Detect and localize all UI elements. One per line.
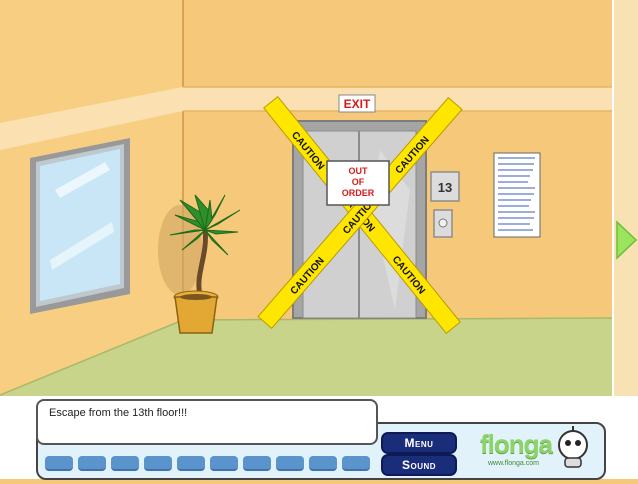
sound-button[interactable]: Sound [381,454,457,476]
wall-notice[interactable] [493,152,541,238]
inventory-slot[interactable] [177,456,205,471]
window[interactable] [30,138,130,314]
message-text: Escape from the 13th floor!!! [49,407,188,419]
floor-number: 13 [438,180,452,195]
menu-button[interactable]: Menu [381,432,457,454]
inventory-slot[interactable] [144,456,172,471]
inventory-slot[interactable] [45,456,73,471]
inventory-slot[interactable] [78,456,106,471]
out-of-order-sign[interactable]: OUT OF ORDER [326,160,390,206]
robot-mascot-icon [558,426,588,468]
exit-sign-text: EXIT [344,97,371,111]
sign-line: ORDER [342,188,375,198]
inventory-slot[interactable] [276,456,304,471]
inventory-slot[interactable] [309,456,337,471]
inventory-slot[interactable] [111,456,139,471]
inventory-slot[interactable] [210,456,238,471]
exit-sign: EXIT [338,94,376,113]
inventory-slot[interactable] [243,456,271,471]
sign-line: OF [352,177,365,187]
flonga-url[interactable]: www.flonga.com [488,460,539,467]
flonga-logo[interactable]: flonga [480,429,553,460]
sign-line: OUT [349,166,369,176]
inventory-slot[interactable] [342,456,370,471]
message-box: Escape from the 13th floor!!! [36,399,378,445]
elevator-call-button[interactable] [433,209,453,238]
floor-indicator: 13 [430,171,460,202]
